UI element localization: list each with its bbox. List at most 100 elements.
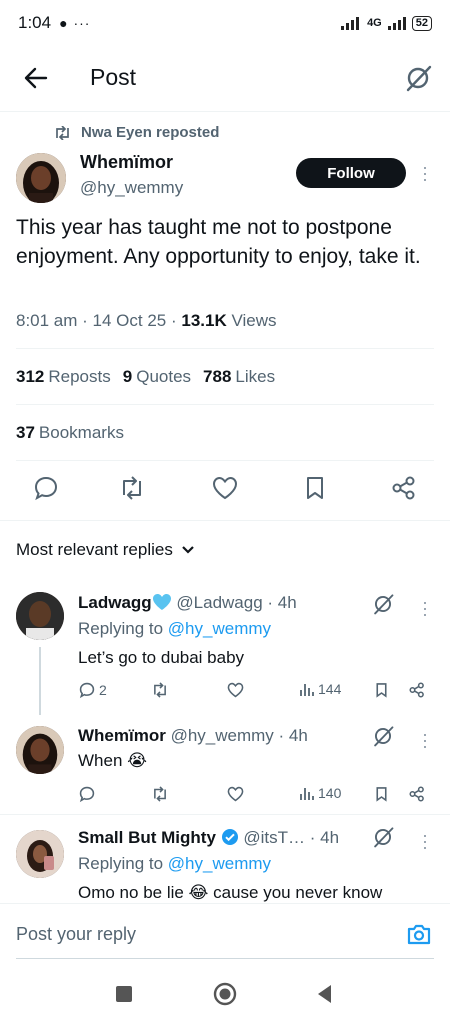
avatar[interactable] (16, 153, 66, 203)
bookmarks-label: Bookmarks (38, 423, 124, 442)
views-count: 13.1K (181, 311, 227, 330)
views-count: 140 (318, 785, 342, 801)
bookmarks-count: 37 (16, 423, 35, 442)
mention-link[interactable]: @hy_wemmy (168, 854, 271, 873)
tweet-text: This year has taught me not to postpone … (16, 216, 421, 268)
network-type: 4G (367, 17, 382, 29)
reply-icon (79, 682, 95, 699)
like-icon (227, 786, 244, 802)
signal-icon (341, 17, 360, 30)
reply-icon (79, 786, 95, 803)
reply-text: Omo no be lie 😂 cause you never know (78, 883, 383, 902)
status-notification-icons: ● ··· (59, 15, 91, 31)
like-icon[interactable] (211, 474, 239, 502)
reply-author-name[interactable]: Small But Mighty (78, 828, 216, 847)
repost-button[interactable] (150, 681, 170, 699)
quotes-stat[interactable]: 9 Quotes (123, 367, 191, 387)
reply-author-handle[interactable]: @itsT… · 4h (243, 828, 339, 847)
repost-button[interactable] (150, 785, 170, 803)
reply-author-handle[interactable]: @hy_wemmy · 4h (171, 726, 308, 745)
like-icon (227, 682, 244, 698)
reply-button[interactable] (78, 785, 96, 803)
views-icon (300, 788, 314, 800)
likes-stat[interactable]: 788 Likes (203, 367, 275, 387)
reply-icon[interactable] (32, 474, 60, 502)
recents-icon[interactable] (112, 982, 136, 1006)
reply-header: Whemïmor @hy_wemmy · 4h (78, 726, 308, 746)
bookmark-button[interactable] (373, 681, 390, 699)
home-icon[interactable] (213, 982, 237, 1006)
reply-text: When 😭 (78, 751, 147, 770)
like-button[interactable] (226, 785, 245, 803)
bookmark-icon (376, 787, 387, 802)
reply-header: Ladwagg @Ladwagg · 4h (78, 593, 297, 613)
author-handle[interactable]: @hy_wemmy (80, 178, 183, 198)
replying-to: Replying to @hy_wemmy (78, 619, 271, 639)
likes-label: Likes (235, 367, 276, 386)
replies-sort-dropdown[interactable]: Most relevant replies (16, 540, 195, 560)
tweet-date: 14 Oct 25 (92, 311, 167, 330)
mention-link[interactable]: @hy_wemmy (168, 619, 271, 638)
share-button[interactable] (408, 785, 426, 803)
more-options-icon[interactable]: · · · (420, 725, 430, 755)
reply-header: Small But Mighty @itsT… · 4h (78, 828, 339, 848)
replying-to-label: Replying to (78, 854, 164, 873)
divider (0, 520, 450, 521)
back-arrow-icon[interactable] (22, 64, 50, 92)
reply-author-name[interactable]: Whemïmor (78, 726, 166, 745)
reply-input[interactable]: Post your reply (16, 924, 136, 945)
bookmark-button[interactable] (373, 785, 390, 803)
more-options-icon[interactable]: · · · (420, 593, 430, 623)
divider (16, 404, 434, 405)
tweet-time: 8:01 am (16, 311, 78, 330)
reposts-stat[interactable]: 312 Reposts (16, 367, 111, 387)
views-button[interactable]: 140 (299, 785, 341, 801)
grok-icon[interactable] (372, 593, 396, 615)
reply-item[interactable]: Whemïmor @hy_wemmy · 4h · · · When 😭 140 (0, 718, 450, 813)
views-button[interactable]: 144 (299, 681, 341, 697)
more-options-icon[interactable]: · · · (420, 158, 430, 188)
reply-actions: 2 144 (78, 681, 434, 703)
grok-icon[interactable] (372, 826, 396, 848)
battery-indicator: 52 (411, 15, 432, 31)
repost-indicator[interactable]: Nwa Eyen reposted (54, 124, 219, 141)
replying-to-label: Replying to (78, 619, 164, 638)
tweet-meta: 8:01 am · 14 Oct 25 · 13.1K Views (16, 311, 277, 330)
status-indicators: 4G 52 (341, 15, 432, 31)
system-nav-bar (0, 970, 450, 1024)
repost-icon[interactable] (118, 474, 146, 502)
back-icon[interactable] (313, 982, 337, 1006)
avatar[interactable] (16, 726, 64, 774)
reply-actions: 140 (78, 785, 434, 807)
reply-author-name[interactable]: Ladwagg (78, 593, 152, 612)
chevron-down-icon (182, 546, 194, 554)
reply-count: 2 (99, 682, 107, 698)
reposts-count: 312 (16, 367, 45, 386)
camera-icon[interactable] (406, 921, 432, 947)
reply-author-handle[interactable]: @Ladwagg · 4h (176, 593, 296, 612)
reply-button[interactable]: 2 (78, 681, 107, 699)
grok-icon[interactable] (404, 64, 432, 92)
grok-icon[interactable] (372, 725, 396, 747)
like-button[interactable] (226, 681, 245, 699)
author-name[interactable]: Whemïmor (80, 152, 173, 173)
share-button[interactable] (408, 681, 426, 699)
action-bar (0, 474, 450, 506)
reply-text: Let’s go to dubai baby (78, 648, 245, 667)
tweet-stats: 312 Reposts 9 Quotes 788 Likes (16, 367, 275, 387)
share-icon[interactable] (390, 474, 418, 502)
avatar[interactable] (16, 830, 64, 878)
follow-button[interactable]: Follow (296, 158, 406, 188)
reply-item[interactable]: Small But Mighty @itsT… · 4h · · · Replyin… (0, 820, 450, 903)
quotes-label: Quotes (136, 367, 192, 386)
reply-item[interactable]: Ladwagg @Ladwagg · 4h · · · Replying to @h… (0, 585, 450, 715)
reply-composer[interactable]: Post your reply (0, 903, 450, 965)
divider (16, 348, 434, 349)
views-count: 144 (318, 681, 342, 697)
status-time: 1:04 (18, 13, 52, 32)
bookmark-icon[interactable] (301, 474, 329, 502)
thread-line (39, 647, 41, 715)
bookmarks-stat[interactable]: 37 Bookmarks (16, 423, 124, 443)
more-options-icon[interactable]: · · · (420, 826, 430, 856)
avatar[interactable] (16, 592, 64, 640)
